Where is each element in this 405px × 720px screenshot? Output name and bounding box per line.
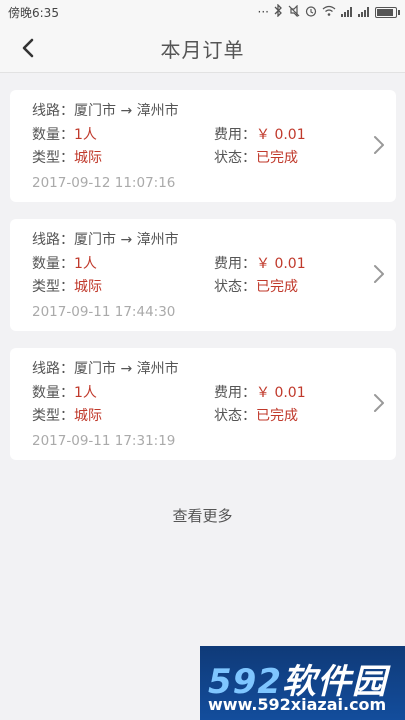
type-row: 类型：城际	[32, 278, 102, 296]
status-row: 状态：已完成	[214, 278, 298, 296]
qty-value: 1人	[74, 127, 97, 143]
fee-value: ￥ 0.01	[256, 385, 306, 401]
route-label: 线路：	[32, 103, 74, 119]
load-more-link[interactable]: 查看更多	[0, 505, 405, 526]
type-value: 城际	[74, 150, 102, 166]
navbar: 本月订单	[0, 24, 405, 73]
type-label: 类型：	[32, 408, 74, 424]
status-label: 状态：	[214, 279, 256, 295]
fee-label: 费用：	[214, 256, 256, 272]
status-label: 状态：	[214, 408, 256, 424]
watermark-url: www.592xiazai.com	[208, 695, 387, 714]
order-timestamp: 2017-09-11 17:31:19	[32, 433, 176, 449]
status-row: 状态：已完成	[214, 407, 298, 425]
chevron-right-icon	[374, 394, 384, 412]
qty-label: 数量：	[32, 385, 74, 401]
type-label: 类型：	[32, 150, 74, 166]
status-row: 状态：已完成	[214, 149, 298, 167]
order-timestamp: 2017-09-12 11:07:16	[32, 175, 176, 191]
watermark-logo: 592软件园 www.592xiazai.com	[200, 646, 405, 720]
fee-value: ￥ 0.01	[256, 256, 306, 272]
page-title: 本月订单	[160, 37, 245, 62]
order-card[interactable]: 线路：厦门市 → 漳州市 数量：1人 费用：￥ 0.01 类型：城际 状态：已完…	[10, 348, 396, 460]
status-value: 已完成	[256, 279, 298, 295]
qty-row: 数量：1人	[32, 255, 97, 273]
type-label: 类型：	[32, 279, 74, 295]
fee-row: 费用：￥ 0.01	[214, 384, 306, 402]
type-row: 类型：城际	[32, 149, 102, 167]
fee-row: 费用：￥ 0.01	[214, 255, 306, 273]
signal-icon	[358, 7, 370, 17]
back-button[interactable]	[10, 32, 46, 64]
route-value: 厦门市 → 漳州市	[74, 361, 179, 377]
status-value: 已完成	[256, 408, 298, 424]
qty-value: 1人	[74, 385, 97, 401]
signal-icon	[341, 7, 353, 17]
order-card[interactable]: 线路：厦门市 → 漳州市 数量：1人 费用：￥ 0.01 类型：城际 状态：已完…	[10, 90, 396, 202]
fee-value: ￥ 0.01	[256, 127, 306, 143]
type-value: 城际	[74, 279, 102, 295]
chevron-right-icon	[374, 265, 384, 283]
chevron-left-icon	[22, 38, 34, 58]
status-time: 傍晚6:35	[8, 5, 59, 20]
order-timestamp: 2017-09-11 17:44:30	[32, 304, 176, 320]
qty-value: 1人	[74, 256, 97, 272]
alarm-icon	[305, 5, 317, 20]
type-row: 类型：城际	[32, 407, 102, 425]
fee-label: 费用：	[214, 385, 256, 401]
route-value: 厦门市 → 漳州市	[74, 232, 179, 248]
route-label: 线路：	[32, 361, 74, 377]
route-value: 厦门市 → 漳州市	[74, 103, 179, 119]
route-row: 线路：厦门市 → 漳州市	[32, 360, 179, 378]
qty-label: 数量：	[32, 127, 74, 143]
chevron-right-icon	[374, 136, 384, 154]
status-value: 已完成	[256, 150, 298, 166]
qty-row: 数量：1人	[32, 384, 97, 402]
route-row: 线路：厦门市 → 漳州市	[32, 102, 179, 120]
wifi-icon	[322, 5, 336, 19]
route-label: 线路：	[32, 232, 74, 248]
fee-row: 费用：￥ 0.01	[214, 126, 306, 144]
status-icons: ···	[257, 3, 400, 20]
status-bar: 傍晚6:35 ···	[0, 0, 405, 24]
status-label: 状态：	[214, 150, 256, 166]
battery-icon	[375, 6, 400, 18]
bluetooth-icon	[274, 3, 283, 20]
fee-label: 费用：	[214, 127, 256, 143]
mute-icon	[288, 4, 300, 20]
qty-label: 数量：	[32, 256, 74, 272]
dots-icon: ···	[257, 5, 269, 19]
qty-row: 数量：1人	[32, 126, 97, 144]
order-card[interactable]: 线路：厦门市 → 漳州市 数量：1人 费用：￥ 0.01 类型：城际 状态：已完…	[10, 219, 396, 331]
type-value: 城际	[74, 408, 102, 424]
route-row: 线路：厦门市 → 漳州市	[32, 231, 179, 249]
